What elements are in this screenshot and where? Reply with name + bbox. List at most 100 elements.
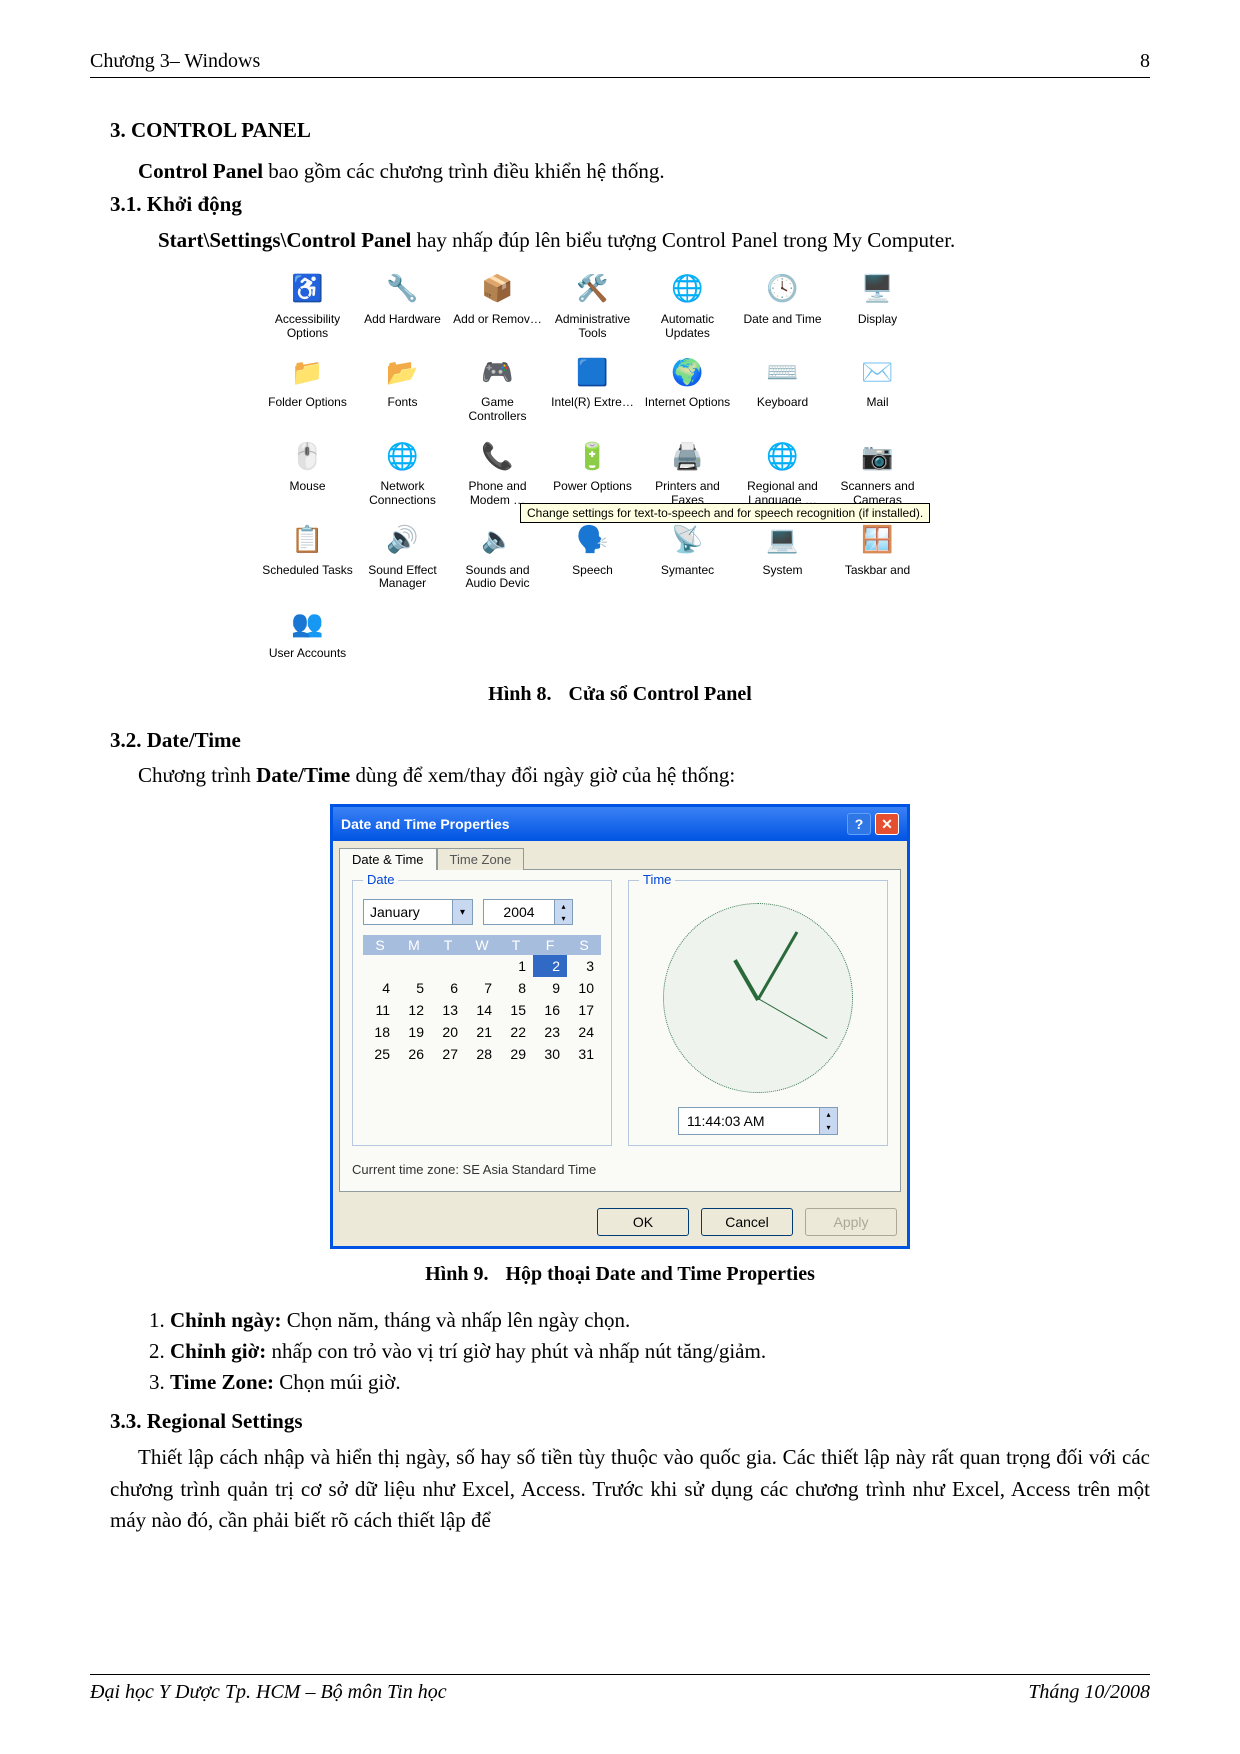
- cp-icon: 🌐: [668, 269, 708, 309]
- calendar-day[interactable]: 20: [431, 1021, 465, 1043]
- time-input[interactable]: 11:44:03 AM ▴▾: [678, 1107, 838, 1135]
- calendar-day[interactable]: 7: [465, 977, 499, 999]
- cp-item[interactable]: 🖥️Display: [830, 265, 925, 349]
- calendar-day[interactable]: 14: [465, 999, 499, 1021]
- page-header: Chương 3– Windows 8: [90, 50, 1150, 78]
- cp-label: Date and Time: [737, 313, 828, 327]
- section-31-line: Start\Settings\Control Panel hay nhấp đú…: [110, 225, 1150, 257]
- calendar-day: [363, 955, 397, 977]
- cp-item[interactable]: 🟦Intel(R) Extre…: [545, 348, 640, 432]
- calendar-day[interactable]: 28: [465, 1043, 499, 1065]
- calendar-day[interactable]: 29: [499, 1043, 533, 1065]
- calendar-day[interactable]: 25: [363, 1043, 397, 1065]
- calendar-day[interactable]: 16: [533, 999, 567, 1021]
- cp-label: Game Controllers: [452, 396, 543, 424]
- year-spinner[interactable]: 2004 ▴▾: [483, 899, 573, 925]
- calendar-day[interactable]: 2: [533, 955, 567, 977]
- cp-item[interactable]: 🌐 Automatic Updates: [640, 265, 735, 349]
- date-legend: Date: [363, 872, 398, 887]
- cp-icon: 🪟: [858, 520, 898, 560]
- cp-item[interactable]: 🛠️Administrative Tools: [545, 265, 640, 349]
- cp-item[interactable]: 🌐 Network Connections: [355, 432, 450, 516]
- cp-icon: 🌐: [383, 436, 423, 476]
- calendar-day[interactable]: 17: [567, 999, 601, 1021]
- calendar-dow: S: [363, 935, 397, 955]
- calendar-day[interactable]: 1: [499, 955, 533, 977]
- calendar-day[interactable]: 9: [533, 977, 567, 999]
- cp-icon: 👥: [288, 603, 328, 643]
- calendar-dow: F: [533, 935, 567, 955]
- calendar-day[interactable]: 10: [567, 977, 601, 999]
- cp-label: Automatic Updates: [642, 313, 733, 341]
- cp-label: Scheduled Tasks: [262, 564, 353, 578]
- calendar-day[interactable]: 31: [567, 1043, 601, 1065]
- calendar-day[interactable]: 26: [397, 1043, 431, 1065]
- apply-button[interactable]: Apply: [805, 1208, 897, 1236]
- cp-label: Intel(R) Extre…: [547, 396, 638, 410]
- list-item: Chỉnh giờ: nhấp con trỏ vào vị trí giờ h…: [170, 1339, 1150, 1364]
- chevron-down-icon[interactable]: ▾: [452, 900, 472, 924]
- timezone-label: Current time zone: SE Asia Standard Time: [352, 1162, 888, 1177]
- cp-icon: ⌨️: [763, 352, 803, 392]
- spin-down-icon[interactable]: ▾: [555, 912, 572, 924]
- help-button[interactable]: ?: [847, 813, 871, 835]
- calendar-day[interactable]: 27: [431, 1043, 465, 1065]
- cp-item[interactable]: 💻System: [735, 516, 830, 600]
- calendar-dow: W: [465, 935, 499, 955]
- calendar-day[interactable]: 30: [533, 1043, 567, 1065]
- calendar-day[interactable]: 6: [431, 977, 465, 999]
- tab-date-time[interactable]: Date & Time: [339, 848, 437, 870]
- cp-item[interactable]: 📋Scheduled Tasks: [260, 516, 355, 600]
- calendar[interactable]: SMTWTFS123456789101112131415161718192021…: [363, 935, 601, 1065]
- cp-item[interactable]: 🎮Game Controllers: [450, 348, 545, 432]
- cp-item[interactable]: 🪟Taskbar and: [830, 516, 925, 600]
- page-number: 8: [1140, 50, 1150, 73]
- figure-8-caption: Hình 8. Cửa sổ Control Panel: [90, 683, 1150, 706]
- cp-item[interactable]: 📂Fonts: [355, 348, 450, 432]
- cp-item[interactable]: 🔊Sound Effect Manager: [355, 516, 450, 600]
- calendar-day[interactable]: 23: [533, 1021, 567, 1043]
- cp-label: Sounds and Audio Devic: [452, 564, 543, 592]
- calendar-day[interactable]: 11: [363, 999, 397, 1021]
- calendar-day[interactable]: 8: [499, 977, 533, 999]
- cp-item[interactable]: 📡Symantec: [640, 516, 735, 600]
- cp-item[interactable]: ♿Accessibility Options: [260, 265, 355, 349]
- calendar-day[interactable]: 21: [465, 1021, 499, 1043]
- cp-item[interactable]: ⌨️Keyboard: [735, 348, 830, 432]
- cp-item[interactable]: 👥User Accounts: [260, 599, 355, 669]
- cp-item[interactable]: ✉️Mail: [830, 348, 925, 432]
- ok-button[interactable]: OK: [597, 1208, 689, 1236]
- month-combo[interactable]: January ▾: [363, 899, 473, 925]
- calendar-day[interactable]: 5: [397, 977, 431, 999]
- cp-item[interactable]: 🔈Sounds and Audio Devic: [450, 516, 545, 600]
- cp-label: Administrative Tools: [547, 313, 638, 341]
- tab-time-zone[interactable]: Time Zone: [437, 848, 525, 870]
- calendar-day[interactable]: 4: [363, 977, 397, 999]
- cp-item[interactable]: 🌍Internet Options: [640, 348, 735, 432]
- cp-item[interactable]: 📁Folder Options: [260, 348, 355, 432]
- calendar-day[interactable]: 18: [363, 1021, 397, 1043]
- clock-minute-hand: [757, 932, 799, 1001]
- calendar-day[interactable]: 12: [397, 999, 431, 1021]
- clock-second-hand: [758, 999, 828, 1040]
- cp-label: Network Connections: [357, 480, 448, 508]
- calendar-day[interactable]: 19: [397, 1021, 431, 1043]
- cancel-button[interactable]: Cancel: [701, 1208, 793, 1236]
- cp-label: Add Hardware: [357, 313, 448, 327]
- cp-item[interactable]: 🕓Date and Time: [735, 265, 830, 349]
- calendar-day[interactable]: 24: [567, 1021, 601, 1043]
- clock-hour-hand: [733, 960, 759, 1002]
- close-button[interactable]: ✕: [875, 813, 899, 835]
- calendar-day[interactable]: 3: [567, 955, 601, 977]
- spin-down-icon[interactable]: ▾: [820, 1121, 837, 1134]
- spin-up-icon[interactable]: ▴: [820, 1108, 837, 1121]
- cp-item[interactable]: 🗣️Speech: [545, 516, 640, 600]
- spin-up-icon[interactable]: ▴: [555, 900, 572, 912]
- date-time-dialog: Date and Time Properties ? ✕ Date & Time…: [330, 804, 910, 1249]
- cp-item[interactable]: 📦Add or Remov…: [450, 265, 545, 349]
- calendar-day[interactable]: 22: [499, 1021, 533, 1043]
- cp-item[interactable]: 🖱️Mouse: [260, 432, 355, 516]
- calendar-day[interactable]: 13: [431, 999, 465, 1021]
- calendar-day[interactable]: 15: [499, 999, 533, 1021]
- cp-item[interactable]: 🔧Add Hardware: [355, 265, 450, 349]
